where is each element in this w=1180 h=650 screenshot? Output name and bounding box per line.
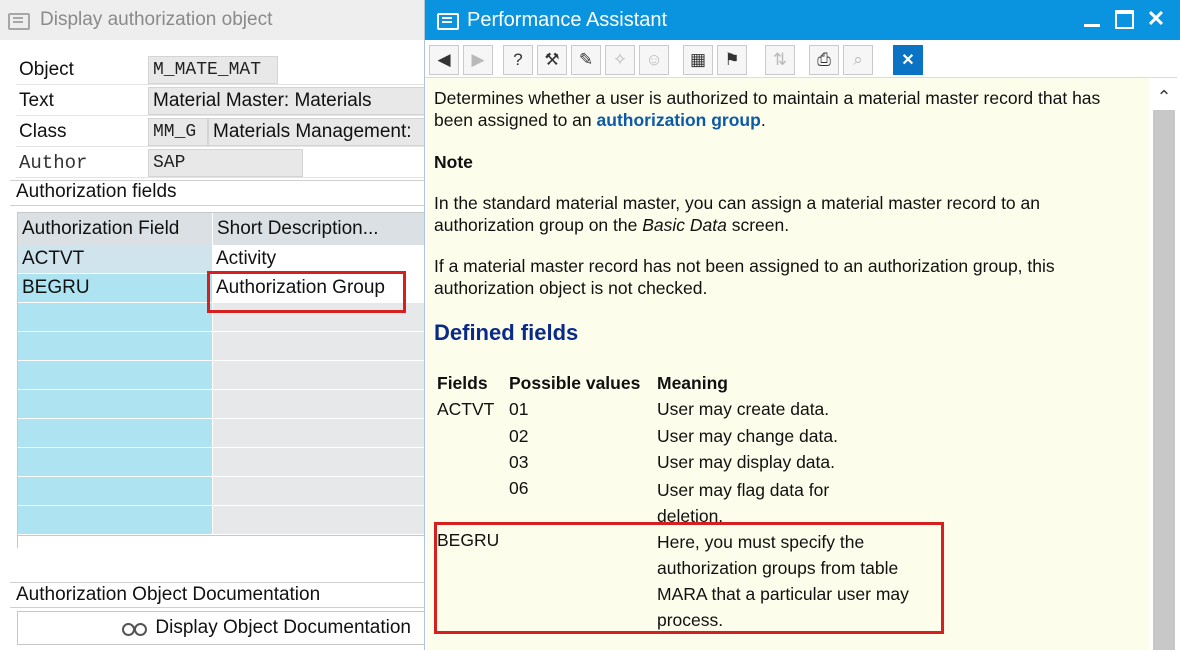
- user-settings-icon[interactable]: ☺: [639, 45, 669, 75]
- window-title-bar: Display authorization object: [0, 0, 430, 40]
- text-field[interactable]: Material Master: Materials: [148, 86, 428, 115]
- unchecked-paragraph: If a material master record has not been…: [434, 256, 1055, 298]
- forward-arrow-icon[interactable]: ▶: [463, 45, 493, 75]
- author-field[interactable]: SAP: [148, 148, 303, 177]
- highlight-box-begru: [434, 522, 944, 634]
- find-icon[interactable]: ⌕: [843, 45, 873, 75]
- table-row[interactable]: ACTVT Activity: [18, 245, 431, 274]
- window-title: Display authorization object: [40, 9, 273, 30]
- table-row-empty[interactable]: [18, 332, 431, 361]
- authorization-group-link[interactable]: authorization group: [597, 110, 761, 130]
- back-arrow-icon[interactable]: ◀: [429, 45, 459, 75]
- divider: [10, 607, 430, 608]
- cell-field: ACTVT: [18, 245, 212, 273]
- technical-info-icon[interactable]: ⚒: [537, 45, 567, 75]
- performance-assistant-window: Performance Assistant ✕ ◀ ▶ ? ⚒ ✎ ✧ ☺ ▦ …: [424, 0, 1180, 650]
- text-row: Text Material Master: Materials: [16, 86, 430, 116]
- object-field[interactable]: M_MATE_MAT: [148, 55, 278, 84]
- divider: [10, 582, 430, 583]
- value-02: 02: [509, 426, 529, 446]
- note-end: screen.: [731, 215, 790, 235]
- class-label: Class: [19, 120, 67, 142]
- class-row: Class MM_G Materials Management:: [16, 117, 430, 147]
- basic-data-italic: Basic Data: [642, 215, 727, 235]
- table-row-empty[interactable]: [18, 448, 431, 477]
- documentation-heading: Authorization Object Documentation: [16, 584, 321, 605]
- table-row-empty[interactable]: [18, 419, 431, 448]
- divider: [10, 205, 430, 206]
- display-object-documentation-label: Display Object Documentation: [155, 617, 411, 638]
- meaning-02: User may change data.: [657, 426, 838, 446]
- object-label: Object: [19, 58, 74, 80]
- window-icon: [8, 12, 30, 30]
- author-label: Author: [19, 151, 88, 174]
- scroll-up-icon[interactable]: ⌃: [1153, 86, 1175, 108]
- table-row-empty[interactable]: [18, 506, 431, 535]
- cell-field: BEGRU: [22, 277, 90, 298]
- highlight-box-authorization-group: [207, 271, 406, 313]
- authorization-fields-table: Authorization Field Short Description...…: [17, 212, 431, 549]
- pa-toolbar: ◀ ▶ ? ⚒ ✎ ✧ ☺ ▦ ⚑ ⇅ ⎙ ⌕ ✕: [425, 40, 1177, 78]
- intro-paragraph: Determines whether a user is authorized …: [434, 87, 1134, 131]
- header-fields: Fields: [437, 373, 488, 393]
- close-pane-icon[interactable]: ✕: [893, 45, 923, 75]
- help-book-icon[interactable]: ?: [503, 45, 533, 75]
- intro-text: Determines whether a user is authorized …: [434, 88, 1101, 130]
- close-icon[interactable]: ✕: [1143, 6, 1169, 32]
- value-06: 06: [509, 478, 529, 498]
- table-header: Authorization Field Short Description...: [18, 213, 431, 245]
- cell-description: Activity: [213, 245, 431, 273]
- vertical-scrollbar[interactable]: ⌃: [1149, 78, 1177, 650]
- table-row-empty[interactable]: [18, 477, 431, 506]
- pa-title: Performance Assistant: [467, 8, 668, 31]
- wand-icon[interactable]: ✧: [605, 45, 635, 75]
- value-03: 03: [509, 452, 529, 472]
- scroll-track[interactable]: [1153, 110, 1175, 650]
- header-possible-values: Possible values: [509, 373, 641, 393]
- defined-fields-heading: Defined fields: [434, 320, 579, 345]
- field-actvt: ACTVT: [437, 399, 495, 419]
- print-icon[interactable]: ⎙: [809, 45, 839, 75]
- column-header-authorization-field[interactable]: Authorization Field: [18, 213, 213, 245]
- text-label: Text: [19, 89, 54, 111]
- table-row-empty[interactable]: [18, 361, 431, 390]
- column-header-short-description[interactable]: Short Description...: [213, 213, 431, 245]
- pa-title-bar: Performance Assistant ✕: [425, 0, 1180, 40]
- meaning-01: User may create data.: [657, 399, 830, 419]
- intro-end: .: [760, 110, 766, 130]
- transfer-icon[interactable]: ⇅: [765, 45, 795, 75]
- minimize-icon[interactable]: [1079, 6, 1105, 32]
- table-row-empty[interactable]: [18, 390, 431, 419]
- author-row: Author SAP: [16, 148, 430, 178]
- flag-icon[interactable]: ⚑: [717, 45, 747, 75]
- class-text-field[interactable]: Materials Management:: [208, 117, 428, 146]
- glasses-icon: [121, 620, 148, 636]
- value-01: 01: [509, 399, 529, 419]
- display-object-documentation-button[interactable]: Display Object Documentation: [17, 611, 430, 645]
- display-authorization-object-window: Display authorization object Object M_MA…: [0, 0, 431, 650]
- object-row: Object M_MATE_MAT: [16, 55, 430, 85]
- maximize-icon[interactable]: [1111, 6, 1137, 32]
- meaning-03: User may display data.: [657, 452, 835, 472]
- edit-document-icon[interactable]: ✎: [571, 45, 601, 75]
- note-paragraph: In the standard material master, you can…: [434, 192, 1134, 236]
- note-heading: Note: [434, 152, 473, 172]
- window-icon: [437, 12, 459, 30]
- calendar-icon[interactable]: ▦: [683, 45, 713, 75]
- header-meaning: Meaning: [657, 373, 728, 393]
- class-code-field[interactable]: MM_G: [148, 117, 208, 146]
- authorization-fields-heading: Authorization fields: [16, 181, 177, 202]
- table-scrollbar[interactable]: [18, 535, 431, 549]
